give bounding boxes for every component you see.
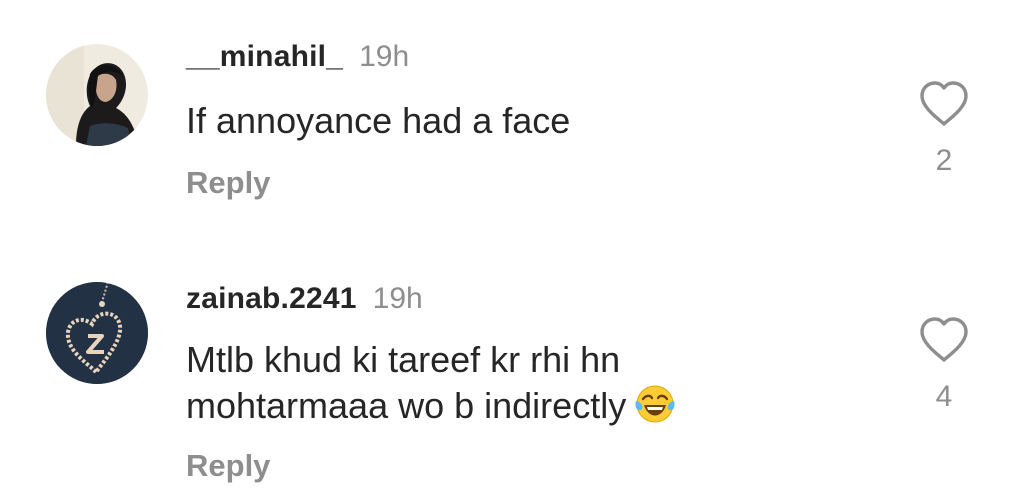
comment-text-line-2: mohtarmaaa wo b indirectly (186, 383, 846, 429)
like-count: 4 (935, 380, 953, 413)
reply-button[interactable]: Reply (186, 448, 270, 484)
like-count: 2 (935, 144, 953, 177)
timestamp: 19h (372, 282, 423, 315)
comment-header: zainab.2241 19h (186, 282, 423, 316)
comment-text: If annoyance had a face (186, 100, 571, 141)
heart-pendant-avatar-icon (46, 282, 148, 384)
face-with-tears-of-joy-icon (635, 385, 675, 423)
reply-button[interactable]: Reply (186, 165, 270, 201)
comment-item: zainab.2241 19h Mtlb khud ki tareef kr r… (0, 250, 1024, 504)
comment-item: __minahil_ 19h If annoyance had a face R… (0, 0, 1024, 250)
profile-photo-avatar-icon (46, 44, 148, 146)
comment-text: Mtlb khud ki tareef kr rhi hn mohtarmaaa… (186, 337, 846, 429)
heart-outline-icon[interactable] (918, 316, 970, 364)
comment-header: __minahil_ 19h (186, 40, 409, 74)
avatar[interactable] (46, 282, 148, 384)
username[interactable]: zainab.2241 (186, 282, 357, 316)
avatar[interactable] (46, 44, 148, 146)
username[interactable]: __minahil_ (186, 40, 343, 74)
comment-text-line: Mtlb khud ki tareef kr rhi hn (186, 339, 621, 380)
timestamp: 19h (359, 40, 410, 73)
heart-outline-icon[interactable] (918, 80, 970, 128)
comment-text-line: mohtarmaaa wo b indirectly (186, 385, 627, 426)
